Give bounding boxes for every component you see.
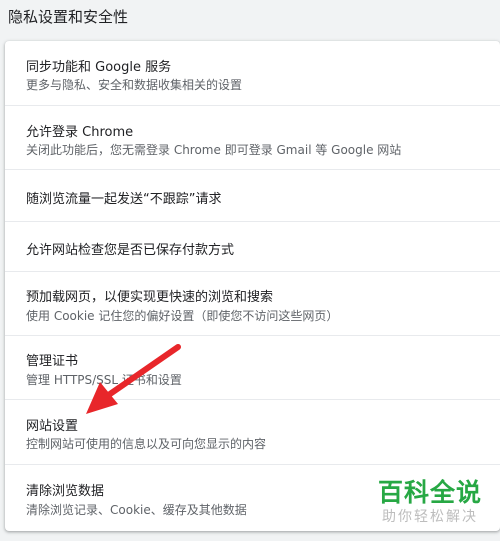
setting-row-allow-chrome-signin[interactable]: 允许登录 Chrome 关闭此功能后，您无需登录 Chrome 即可登录 Gma…	[5, 105, 500, 169]
setting-description: 控制网站可使用的信息以及可向您显示的内容	[26, 437, 267, 451]
watermark: 百科全说 助你轻松解决	[370, 478, 490, 526]
setting-label: 同步功能和 Google 服务	[26, 60, 172, 75]
setting-description: 管理 HTTPS/SSL 证书和设置	[26, 373, 182, 387]
setting-row-site-settings[interactable]: 网站设置 控制网站可使用的信息以及可向您显示的内容	[5, 399, 500, 464]
setting-description: 使用 Cookie 记住您的偏好设置（即使您不访问这些网页）	[26, 309, 339, 323]
setting-description: 更多与隐私、安全和数据收集相关的设置	[26, 78, 243, 92]
setting-label: 清除浏览数据	[26, 484, 105, 499]
setting-label: 管理证书	[26, 354, 79, 369]
setting-description: 清除浏览记录、Cookie、缓存及其他数据	[26, 503, 247, 517]
setting-row-do-not-track[interactable]: 随浏览流量一起发送“不跟踪”请求	[5, 169, 500, 221]
setting-label: 网站设置	[26, 419, 79, 434]
setting-label: 允许登录 Chrome	[26, 125, 134, 140]
watermark-title: 百科全说	[377, 478, 482, 507]
setting-row-payment-methods[interactable]: 允许网站检查您是否已保存付款方式	[5, 221, 500, 271]
setting-row-sync-google-services[interactable]: 同步功能和 Google 服务 更多与隐私、安全和数据收集相关的设置	[5, 41, 500, 105]
setting-label: 允许网站检查您是否已保存付款方式	[26, 243, 235, 258]
section-title: 隐私设置和安全性	[8, 8, 129, 26]
privacy-settings-card: 同步功能和 Google 服务 更多与隐私、安全和数据收集相关的设置 允许登录 …	[5, 41, 500, 531]
watermark-subtitle: 助你轻松解决	[382, 509, 478, 525]
setting-label: 随浏览流量一起发送“不跟踪”请求	[26, 192, 222, 207]
setting-label: 预加载网页，以便实现更快速的浏览和搜索	[26, 290, 274, 305]
setting-row-preload-pages[interactable]: 预加载网页，以便实现更快速的浏览和搜索 使用 Cookie 记住您的偏好设置（即…	[5, 271, 500, 335]
setting-row-manage-certificates[interactable]: 管理证书 管理 HTTPS/SSL 证书和设置	[5, 335, 500, 399]
setting-description: 关闭此功能后，您无需登录 Chrome 即可登录 Gmail 等 Google …	[26, 143, 402, 157]
